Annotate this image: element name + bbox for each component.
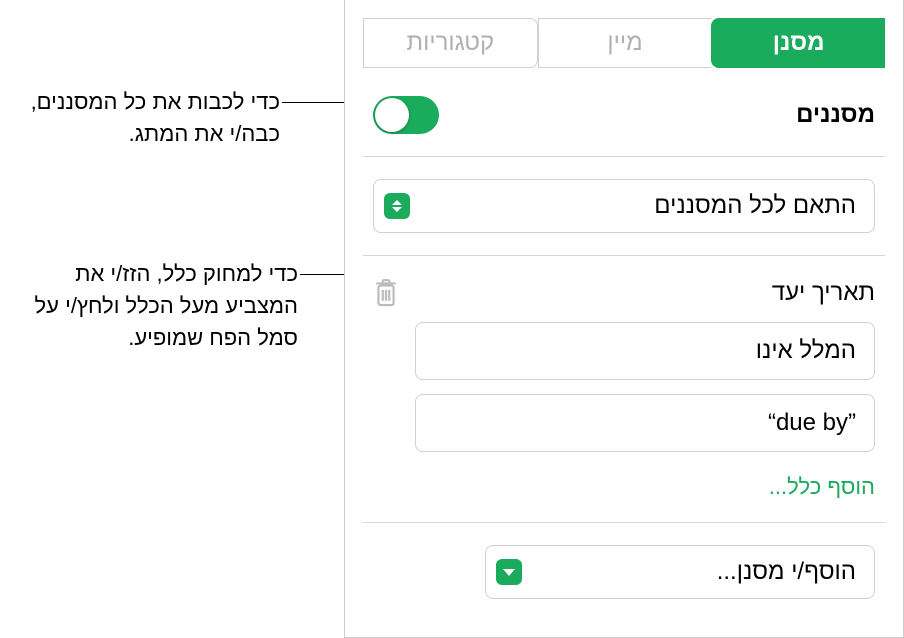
match-mode-label: התאם לכל המסננים (654, 192, 856, 220)
add-filter-label: הוסף/י מסנן... (717, 558, 856, 586)
match-mode-row: התאם לכל המסננים (345, 157, 903, 255)
add-rule-button[interactable]: הוסף כלל... (345, 466, 903, 522)
updown-icon (384, 193, 410, 219)
match-mode-select[interactable]: התאם לכל המסננים (373, 179, 875, 233)
toggle-knob (375, 98, 409, 132)
rule-value-input[interactable]: “due by” (415, 394, 875, 452)
add-filter-row: הוסף/י מסנן... (345, 523, 903, 621)
chevron-down-icon (496, 559, 522, 585)
rule-title: תאריך יעד (772, 279, 875, 307)
rule-condition-select[interactable]: המלל אינו (415, 322, 875, 380)
trash-icon[interactable] (373, 278, 399, 308)
filters-title: מסננים (796, 101, 875, 129)
rule-header: תאריך יעד (345, 256, 903, 322)
callout-toggle: כדי לכבות את כל המסננים, כבה/י את המתג. (0, 86, 280, 150)
tab-filter[interactable]: מסנן (711, 18, 885, 68)
filter-panel: קטגוריות מיין מסנן מסננים התאם לכל המסננ… (344, 0, 904, 638)
filters-toggle[interactable] (373, 96, 439, 134)
callout-delete: כדי למחוק כלל, הזז/י את המצביע מעל הכלל … (0, 258, 298, 354)
tab-bar: קטגוריות מיין מסנן (345, 0, 903, 68)
filters-header: מסננים (345, 68, 903, 156)
rule-fields: המלל אינו “due by” (345, 322, 903, 452)
tab-categories[interactable]: קטגוריות (363, 18, 538, 68)
tab-sort[interactable]: מיין (538, 18, 712, 68)
add-filter-select[interactable]: הוסף/י מסנן... (485, 545, 875, 599)
